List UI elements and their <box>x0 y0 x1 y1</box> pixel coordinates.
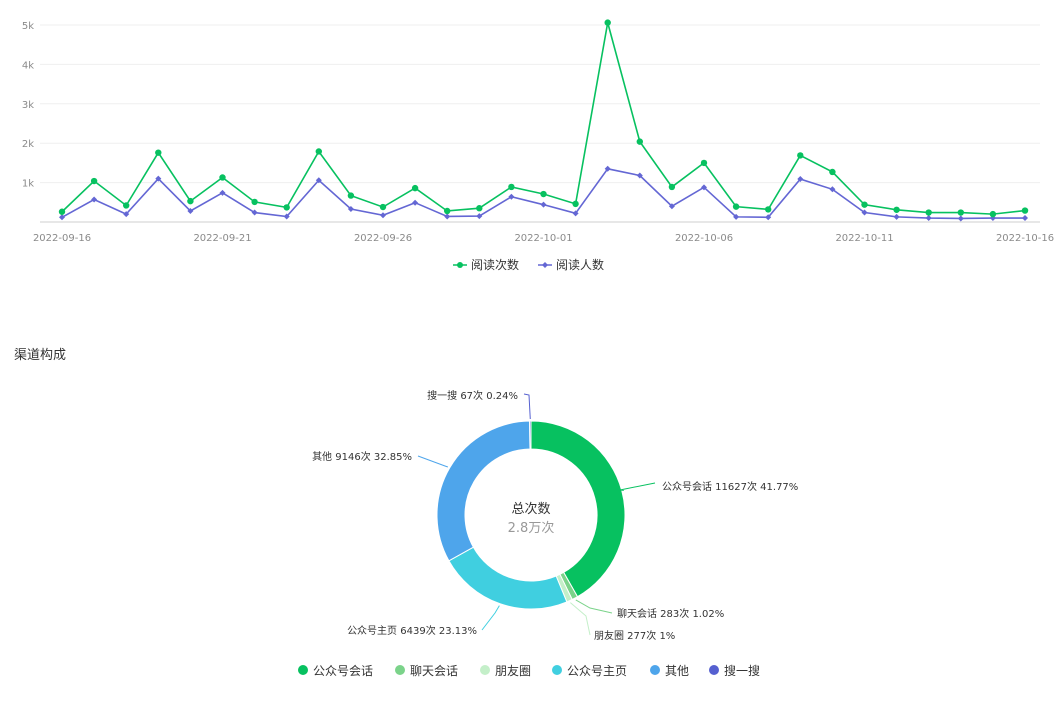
x-tick-label: 2022-09-21 <box>193 233 251 244</box>
data-point <box>283 204 290 211</box>
legend-marker <box>542 262 548 268</box>
legend-label: 聊天会话 <box>410 664 458 678</box>
label-leader-line <box>481 605 500 631</box>
legend-marker <box>395 665 405 675</box>
data-point <box>732 203 740 210</box>
data-point <box>315 148 322 155</box>
slice-label: 搜一搜 67次 0.24% <box>427 389 518 402</box>
legend-label: 公众号会话 <box>313 664 373 678</box>
data-point <box>604 19 611 26</box>
legend-label: 其他 <box>665 664 689 678</box>
legend-label: 搜一搜 <box>724 663 760 678</box>
data-point <box>123 202 130 209</box>
data-point <box>829 168 836 176</box>
data-point <box>957 209 964 216</box>
reading-trend-line-chart: 1k 2k 3k 4k 5k 2022-09-16 2022-09-21 2022-09-26… <box>22 19 1054 272</box>
x-tick-label: 2022-10-16 <box>996 233 1054 244</box>
label-leader-line <box>575 599 613 614</box>
data-point <box>989 210 997 218</box>
data-point <box>957 215 964 222</box>
label-leader-line <box>523 393 531 420</box>
data-point <box>668 183 676 191</box>
data-point <box>540 201 547 208</box>
x-tick-label: 2022-10-11 <box>835 233 893 244</box>
slice-label: 其他 9146次 32.85% <box>312 450 412 463</box>
data-point <box>412 199 419 206</box>
label-leader-line <box>417 455 449 468</box>
y-tick-label: 2k <box>22 139 34 150</box>
data-point <box>347 192 355 199</box>
data-point <box>411 184 419 192</box>
y-tick-label: 3k <box>22 100 34 111</box>
legend-marker <box>457 262 463 268</box>
y-tick-label: 4k <box>22 60 34 71</box>
data-point <box>380 212 386 219</box>
y-tick-label: 1k <box>22 179 34 190</box>
x-tick-label: 2022-10-06 <box>675 233 733 244</box>
y-tick-label: 5k <box>22 21 34 32</box>
data-point <box>893 206 900 213</box>
slice-label: 公众号主页 6439次 23.13% <box>347 624 477 637</box>
legend-label: 朋友圈 <box>495 664 531 678</box>
data-point <box>861 201 868 208</box>
slice-label: 聊天会话 283次 1.02% <box>617 607 724 620</box>
channel-composition-donut-chart: 公众号会话 11627次 41.77% 聊天会话 283次 1.02% 朋友圈 27… <box>298 389 798 678</box>
data-point <box>90 177 98 185</box>
data-point <box>765 206 772 213</box>
data-point <box>476 205 483 212</box>
legend-marker <box>298 665 308 675</box>
legend-marker <box>650 665 660 675</box>
data-point <box>444 213 451 220</box>
legend-label: 阅读人数 <box>556 257 604 272</box>
data-point <box>508 183 515 191</box>
data-point <box>540 190 547 198</box>
data-point <box>187 197 194 205</box>
donut-slice <box>448 546 568 610</box>
center-value: 2.8万次 <box>508 520 555 536</box>
center-title: 总次数 <box>511 501 550 517</box>
data-point <box>893 213 900 220</box>
series-line <box>61 22 1026 215</box>
label-leader-line <box>570 602 591 636</box>
legend-marker <box>709 665 719 675</box>
data-point <box>636 138 643 145</box>
label-leader-line <box>619 482 656 491</box>
legend-marker <box>480 665 490 675</box>
x-tick-label: 2022-10-01 <box>514 233 572 244</box>
data-point <box>219 174 226 181</box>
data-point <box>700 159 708 167</box>
data-point <box>251 198 258 206</box>
data-point <box>59 214 65 221</box>
data-point <box>58 208 66 215</box>
data-point <box>379 203 387 211</box>
data-point <box>91 196 98 203</box>
legend-label: 公众号主页 <box>567 664 627 678</box>
data-point <box>1021 207 1029 214</box>
data-point <box>1022 215 1028 222</box>
data-point <box>444 207 451 215</box>
channel-composition-title: 渠道构成 <box>14 348 67 363</box>
donut-slice <box>436 420 531 562</box>
data-point <box>925 215 932 222</box>
data-point <box>572 200 579 208</box>
legend-marker <box>552 665 562 675</box>
data-point <box>155 149 162 156</box>
legend-label: 阅读次数 <box>471 257 519 272</box>
x-tick-label: 2022-09-26 <box>354 233 412 244</box>
data-point <box>925 209 932 216</box>
slice-label: 公众号会话 11627次 41.77% <box>662 480 798 493</box>
data-point <box>797 152 804 159</box>
x-tick-label: 2022-09-16 <box>33 233 91 244</box>
slice-label: 朋友圈 277次 1% <box>594 629 675 642</box>
donut-slice <box>529 420 532 450</box>
